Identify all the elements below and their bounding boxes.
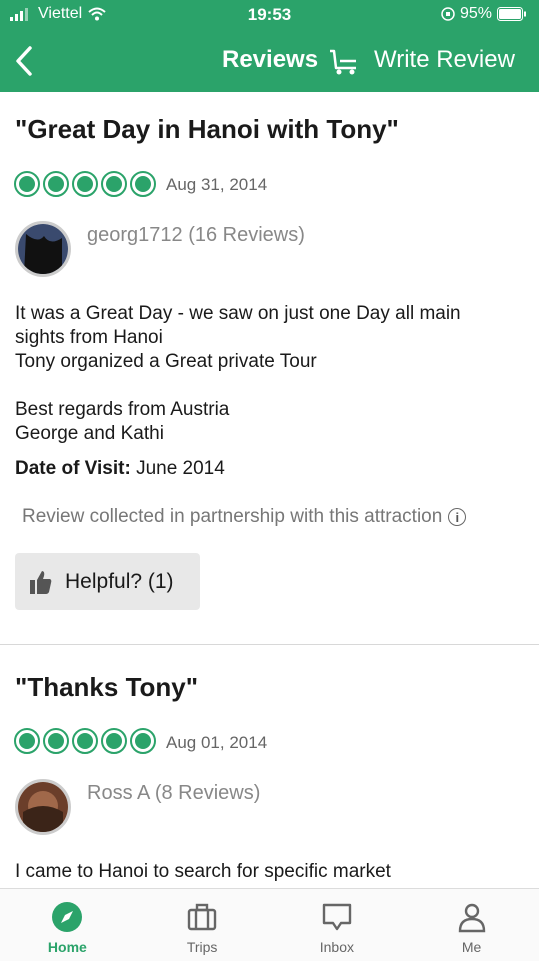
write-review-icon[interactable] (328, 48, 360, 76)
chat-icon (322, 903, 352, 931)
status-bar: Viettel 19:53 95% (0, 0, 539, 30)
tab-trips[interactable]: Trips (135, 889, 270, 961)
info-icon[interactable]: i (448, 508, 467, 526)
person-icon (458, 903, 485, 933)
rating-bubble-icon (72, 728, 98, 754)
tab-label: Trips (186, 939, 218, 955)
page-title: Reviews (222, 46, 319, 73)
date-of-visit: Date of Visit: June 2014 (15, 458, 225, 480)
review-title[interactable]: "Great Day in Hanoi with Tony" (15, 114, 399, 145)
tab-label: Inbox (319, 939, 354, 955)
battery-icon (497, 7, 526, 21)
collected-notice: Review collected in partnership with thi… (22, 506, 467, 528)
thumbs-up-icon (30, 570, 52, 594)
orientation-lock-icon (441, 7, 455, 21)
review-title[interactable]: "Thanks Tony" (15, 672, 198, 703)
rating-bubble-icon (130, 171, 156, 197)
rating-bubbles (14, 728, 156, 754)
tab-inbox[interactable]: Inbox (270, 889, 405, 961)
rating-bubble-icon (14, 728, 40, 754)
helpful-button[interactable]: Helpful? (1) (15, 553, 200, 610)
back-chevron-icon[interactable] (10, 44, 40, 78)
rating-bubbles (14, 171, 156, 197)
visit-value: June 2014 (136, 458, 225, 479)
collected-text: Review collected in partnership with thi… (22, 506, 443, 527)
tab-home[interactable]: Home (0, 889, 135, 961)
rating-bubble-icon (72, 171, 98, 197)
rating-bubble-icon (43, 171, 69, 197)
review-author[interactable]: georg1712 (16 Reviews) (87, 224, 305, 247)
avatar-image (18, 224, 68, 274)
write-review-button[interactable]: Write Review (374, 46, 515, 74)
divider (0, 644, 539, 645)
compass-icon (52, 902, 83, 932)
rating-bubble-icon (43, 728, 69, 754)
avatar-image (18, 782, 68, 832)
review-body: It was a Great Day - we saw on just one … (15, 303, 461, 444)
avatar[interactable] (15, 221, 71, 277)
nav-bar: Reviews Write Review (0, 30, 539, 92)
review-date: Aug 31, 2014 (166, 175, 268, 194)
status-right: 95% (441, 5, 527, 23)
briefcase-icon (187, 903, 217, 931)
review-date: Aug 01, 2014 (166, 733, 268, 752)
tab-label: Me (461, 939, 482, 955)
rating-bubble-icon (101, 171, 127, 197)
reviews-list[interactable]: "Great Day in Hanoi with Tony" Aug 31, 2… (0, 92, 539, 888)
review-author[interactable]: Ross A (8 Reviews) (87, 782, 260, 805)
rating-bubble-icon (14, 171, 40, 197)
tab-label: Home (47, 939, 87, 955)
avatar[interactable] (15, 779, 71, 835)
tab-me[interactable]: Me (404, 889, 539, 961)
rating-bubble-icon (130, 728, 156, 754)
rating-bubble-icon (101, 728, 127, 754)
helpful-label: Helpful? (1) (65, 569, 174, 593)
battery-percent: 95% (459, 5, 492, 22)
tab-bar: Home Trips Inbox Me (0, 888, 539, 961)
visit-label: Date of Visit: (15, 458, 131, 479)
review-body: I came to Hanoi to search for specific m… (15, 861, 391, 882)
